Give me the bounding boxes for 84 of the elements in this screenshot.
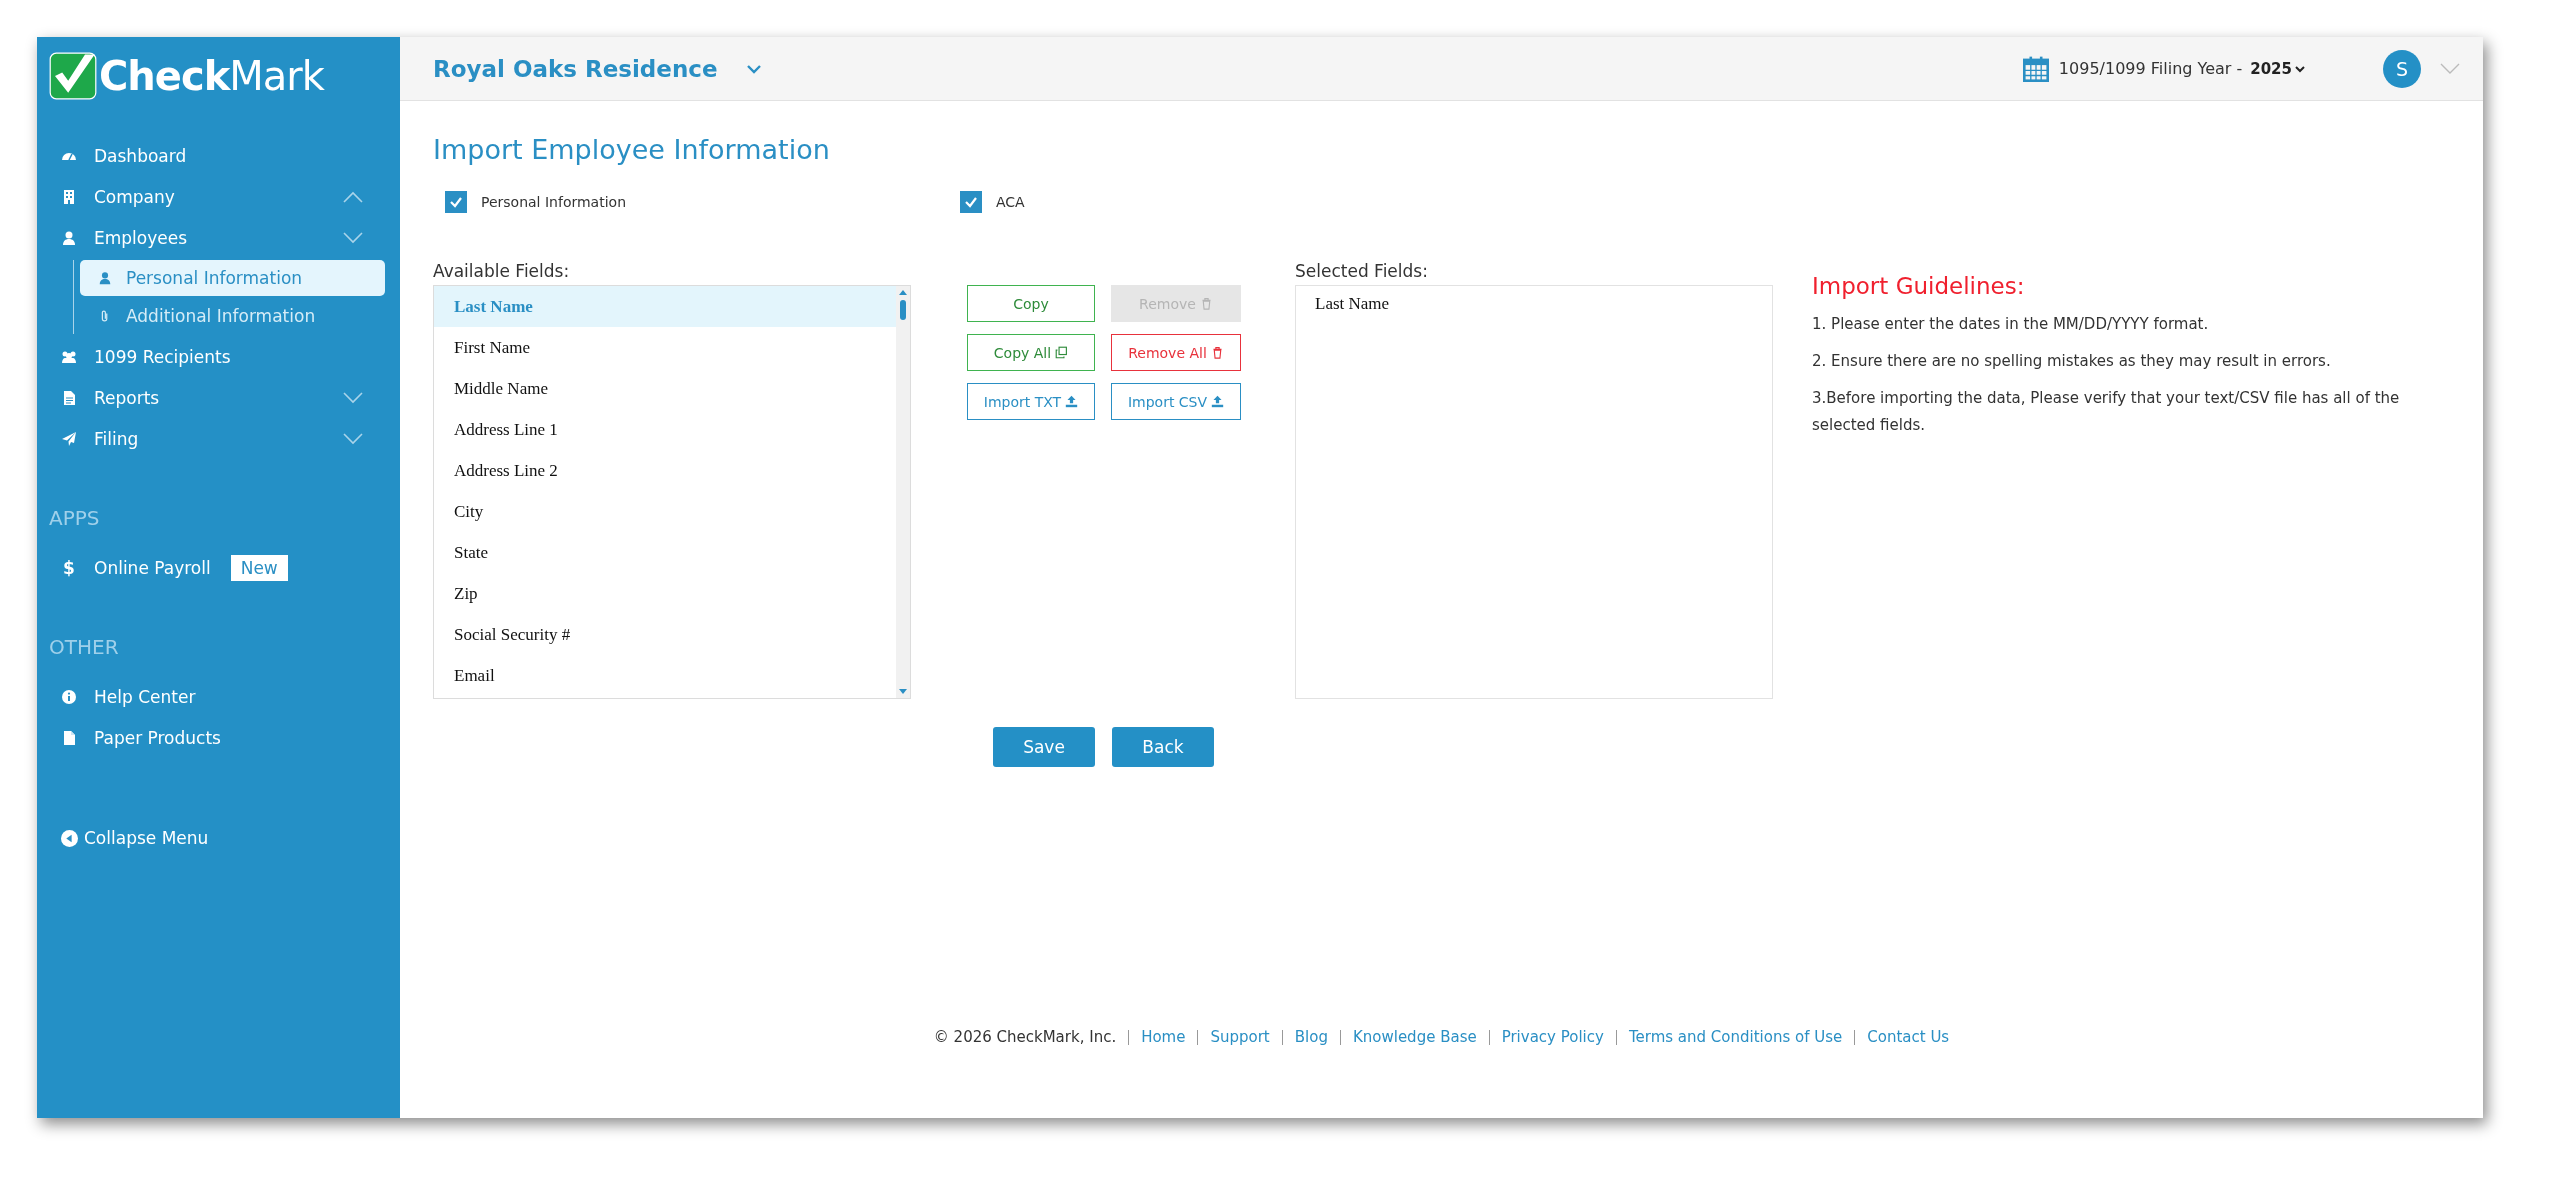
list-item[interactable]: Social Security # <box>434 614 896 655</box>
section-heading: APPS <box>48 505 100 532</box>
nav-item[interactable]: Employees <box>37 217 400 258</box>
company-selector[interactable]: Royal Oaks Residence <box>433 55 762 82</box>
footer-link[interactable]: Home <box>1141 1028 1186 1046</box>
scroll-thumb[interactable] <box>900 300 906 320</box>
list-item[interactable]: State <box>434 532 896 573</box>
list-item[interactable]: City <box>434 491 896 532</box>
list-label: Selected Fields: <box>1295 261 1428 283</box>
list-item[interactable]: Middle Name <box>434 368 896 409</box>
document-icon <box>61 729 77 746</box>
nav-item[interactable]: Filing <box>37 418 400 459</box>
page-title: Import Employee Information <box>433 134 830 165</box>
guidelines-title: Import Guidelines: <box>1812 273 2025 299</box>
chevron-down-icon <box>745 63 762 74</box>
user-icon <box>98 271 112 285</box>
list-item[interactable]: Email <box>434 655 896 696</box>
checkmark-logo-icon <box>49 52 97 100</box>
footer-link[interactable]: Knowledge Base <box>1352 1028 1477 1046</box>
copy-icon <box>1055 346 1069 359</box>
action-button[interactable]: Save <box>993 727 1095 767</box>
list-item[interactable]: First Name <box>434 327 896 368</box>
action-button[interactable]: Copy <box>967 285 1095 322</box>
user-avatar[interactable]: S <box>2383 49 2421 88</box>
logo-text: CheckMark <box>99 53 324 99</box>
action-button[interactable]: Remove All <box>1111 334 1241 371</box>
scrollbar[interactable] <box>896 286 910 698</box>
scroll-up-icon[interactable] <box>899 290 907 295</box>
submenu-item[interactable]: Personal Information <box>80 260 385 296</box>
nav-item[interactable]: $ Online Payroll New <box>37 547 400 588</box>
guideline-text: 3.Before importing the data, Please verify that your text/CSV file has all of the selected fields. <box>1812 388 2401 436</box>
checkbox-label: ACA <box>996 194 1025 210</box>
scroll-down-icon[interactable] <box>899 689 907 694</box>
chevron-down-icon[interactable] <box>342 432 364 445</box>
checkbox-label: Personal Information <box>481 194 626 210</box>
footer-link[interactable]: Contact Us <box>1867 1028 1950 1046</box>
footer-link[interactable]: Blog <box>1294 1028 1328 1046</box>
list-item[interactable]: Last Name <box>1296 286 1390 314</box>
nav-item[interactable]: Paper Products <box>37 717 400 758</box>
nav-item[interactable]: Reports <box>37 377 400 418</box>
guideline-text: 1. Please enter the dates in the MM/DD/YYYY format. <box>1812 314 2210 335</box>
calendar-icon <box>2022 55 2049 82</box>
upload-icon <box>1065 395 1079 408</box>
footer-link[interactable]: Terms and Conditions of Use <box>1628 1028 1843 1046</box>
year-dropdown[interactable]: 2025 <box>2250 59 2305 78</box>
copyright-text: © 2026 CheckMark, Inc. <box>933 1028 1117 1046</box>
nav-item[interactable]: Help Center <box>37 676 400 717</box>
collapse-menu-button[interactable]: Collapse Menu <box>61 828 209 848</box>
dollar-icon: $ <box>61 557 77 578</box>
list-item[interactable]: Zip <box>434 573 896 614</box>
section-heading: OTHER <box>48 634 119 661</box>
document-icon <box>61 389 77 406</box>
filing-year-label: 1095/1099 Filing Year - <box>2058 59 2243 78</box>
footer-link[interactable]: Privacy Policy <box>1501 1028 1604 1046</box>
guideline-text: 2. Ensure there are no spelling mistakes as they may result in errors. <box>1812 351 2332 372</box>
list-item[interactable]: Address Line 2 <box>434 450 896 491</box>
checkbox[interactable] <box>960 191 982 213</box>
list-label: Available Fields: <box>433 261 570 283</box>
action-button[interactable]: Import CSV <box>1111 383 1241 420</box>
building-icon <box>61 188 77 205</box>
trash-icon <box>1199 297 1213 310</box>
chevron-down-icon[interactable] <box>342 391 364 404</box>
upload-icon <box>1211 395 1225 408</box>
info-icon <box>61 688 77 705</box>
action-button[interactable]: Copy All <box>967 334 1095 371</box>
left-arrow-circle-icon <box>61 829 78 847</box>
checkbox[interactable] <box>445 191 467 213</box>
paper-plane-icon <box>61 430 77 447</box>
nav-item[interactable]: 1099 Recipients <box>37 336 400 377</box>
chevron-up-icon[interactable] <box>342 190 364 203</box>
list-item[interactable]: Address Line 1 <box>434 409 896 450</box>
chevron-down-icon[interactable] <box>342 231 364 244</box>
user-icon <box>61 229 77 246</box>
new-badge: New <box>230 554 288 581</box>
nav-item[interactable]: Company <box>37 176 400 217</box>
action-button[interactable]: Import TXT <box>967 383 1095 420</box>
nav-item[interactable]: Dashboard <box>37 135 400 176</box>
action-button[interactable]: Back <box>1112 727 1214 767</box>
footer-link[interactable]: Support <box>1210 1028 1270 1046</box>
chevron-down-icon <box>2295 64 2305 73</box>
chevron-down-icon[interactable] <box>2439 62 2461 75</box>
trash-icon <box>1210 346 1224 359</box>
submenu-item[interactable]: Additional Information <box>80 298 385 334</box>
list-item[interactable]: Last Name <box>434 286 896 327</box>
